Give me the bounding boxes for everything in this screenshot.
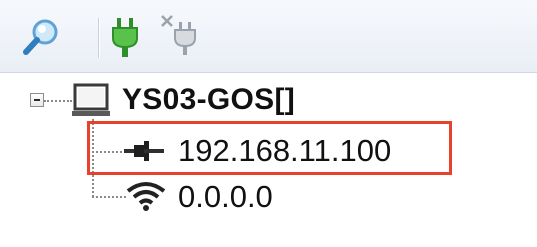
magnifier-icon[interactable] (18, 14, 66, 62)
device-tree: YS03-GOS[] 192.168.11.100 0.0.0.0 (0, 73, 537, 247)
selection-highlight-box (87, 121, 452, 175)
toolbar (0, 0, 537, 73)
wifi-icon (126, 181, 166, 216)
plug-disconnect-icon[interactable] (160, 14, 208, 62)
plug-connect-icon[interactable] (108, 14, 156, 62)
tree-connector (44, 100, 72, 102)
collapse-toggle[interactable] (30, 93, 44, 107)
tree-root-label[interactable]: YS03-GOS[] (122, 83, 295, 117)
toolbar-separator (98, 18, 99, 58)
computer-monitor-icon (72, 83, 112, 124)
tree-connector (92, 196, 126, 198)
tree-child-label[interactable]: 0.0.0.0 (178, 179, 273, 215)
